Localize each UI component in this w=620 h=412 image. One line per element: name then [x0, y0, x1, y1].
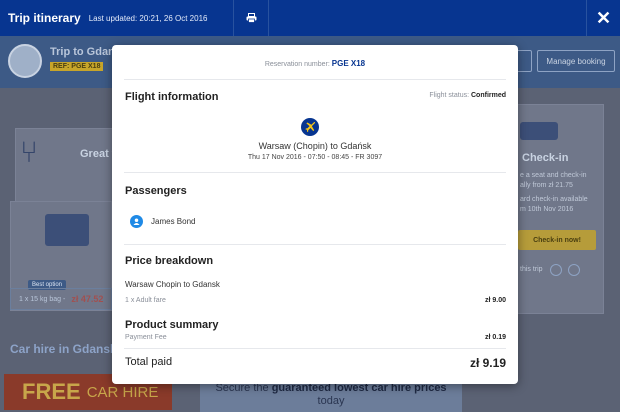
- close-icon: ✕: [595, 7, 612, 28]
- itinerary-modal: Reservation number: PGE X18 Flight infor…: [112, 45, 518, 384]
- checkin-text: e a seat and check-in: [520, 172, 587, 179]
- checkin-text: m 10th Nov 2016: [520, 206, 574, 213]
- fare-value: zł 9.00: [484, 297, 506, 304]
- flight-info-title: Flight information: [125, 91, 219, 103]
- checkin-text: ally from zł 21.75: [520, 182, 573, 189]
- divider: [124, 172, 506, 173]
- page-title: Trip itinerary: [8, 11, 81, 25]
- bag-option-label: 1 x 15 kg bag -: [19, 295, 66, 303]
- product-summary-title: Product summary: [125, 319, 219, 331]
- bag-option[interactable]: 1 x 15 kg bag - zł 47.52: [10, 288, 112, 310]
- reservation-number: Reservation number: PGE X18: [112, 59, 518, 68]
- passengers-title: Passengers: [125, 185, 187, 197]
- total-value: zł 9.19: [469, 356, 506, 370]
- checkin-now-button[interactable]: Check-in now!: [518, 230, 596, 250]
- manage-booking-button[interactable]: Manage booking: [537, 50, 615, 72]
- flight-route: Warsaw (Chopin) to Gdańsk: [258, 141, 372, 151]
- fee-value: zł 0.19: [484, 334, 506, 341]
- divider: [124, 79, 506, 80]
- share-text: this trip: [520, 266, 543, 273]
- car-hire-heading: Car hire in Gdansk: [10, 342, 117, 356]
- reservation-value: PGE X18: [331, 59, 366, 68]
- flight-status-label: Flight status:: [429, 92, 470, 99]
- user-icon: [130, 215, 143, 228]
- top-bar: Trip itinerary Last updated: 20:21, 26 O…: [0, 0, 620, 36]
- plane-icon: [301, 118, 319, 136]
- price-breakdown-title: Price breakdown: [125, 255, 214, 267]
- facebook-icon[interactable]: [568, 264, 580, 276]
- divider: [124, 348, 506, 349]
- price-route: Warsaw Chopin to Gdansk: [125, 280, 220, 289]
- print-icon: [246, 13, 256, 23]
- promo-text-end: today: [317, 395, 345, 407]
- car-hire-label: CAR HIRE: [86, 383, 159, 401]
- fee-label: Payment Fee: [125, 334, 167, 341]
- seat-icon: ⑂: [20, 136, 38, 169]
- ref-badge: REF: PGE X18: [50, 62, 104, 71]
- total-label: Total paid: [125, 356, 173, 368]
- suitcase-icon: [45, 214, 89, 246]
- last-updated: Last updated: 20:21, 26 Oct 2016: [88, 13, 208, 23]
- flight-status: Flight status: Confirmed: [429, 92, 506, 99]
- twitter-icon[interactable]: [550, 264, 562, 276]
- divider: [124, 244, 506, 245]
- checkin-text: ard check-in available: [520, 196, 588, 203]
- close-button[interactable]: ✕: [586, 0, 620, 36]
- flight-details: Thu 17 Nov 2016 - 07:50 - 08:45 - FR 309…: [247, 154, 383, 161]
- boarding-pass-icon: [520, 122, 558, 140]
- passenger-name: James Bond: [151, 217, 196, 226]
- passenger-row: James Bond: [130, 215, 195, 228]
- checkin-title: Check-in: [522, 152, 569, 164]
- free-label: FREE: [22, 379, 81, 404]
- reservation-label: Reservation number:: [264, 61, 330, 68]
- fare-label: 1 x Adult fare: [125, 297, 166, 304]
- bag-option-price: zł 47.52: [71, 294, 104, 304]
- airline-logo: [8, 44, 42, 78]
- flight-status-value: Confirmed: [471, 92, 506, 99]
- print-button[interactable]: [233, 0, 269, 36]
